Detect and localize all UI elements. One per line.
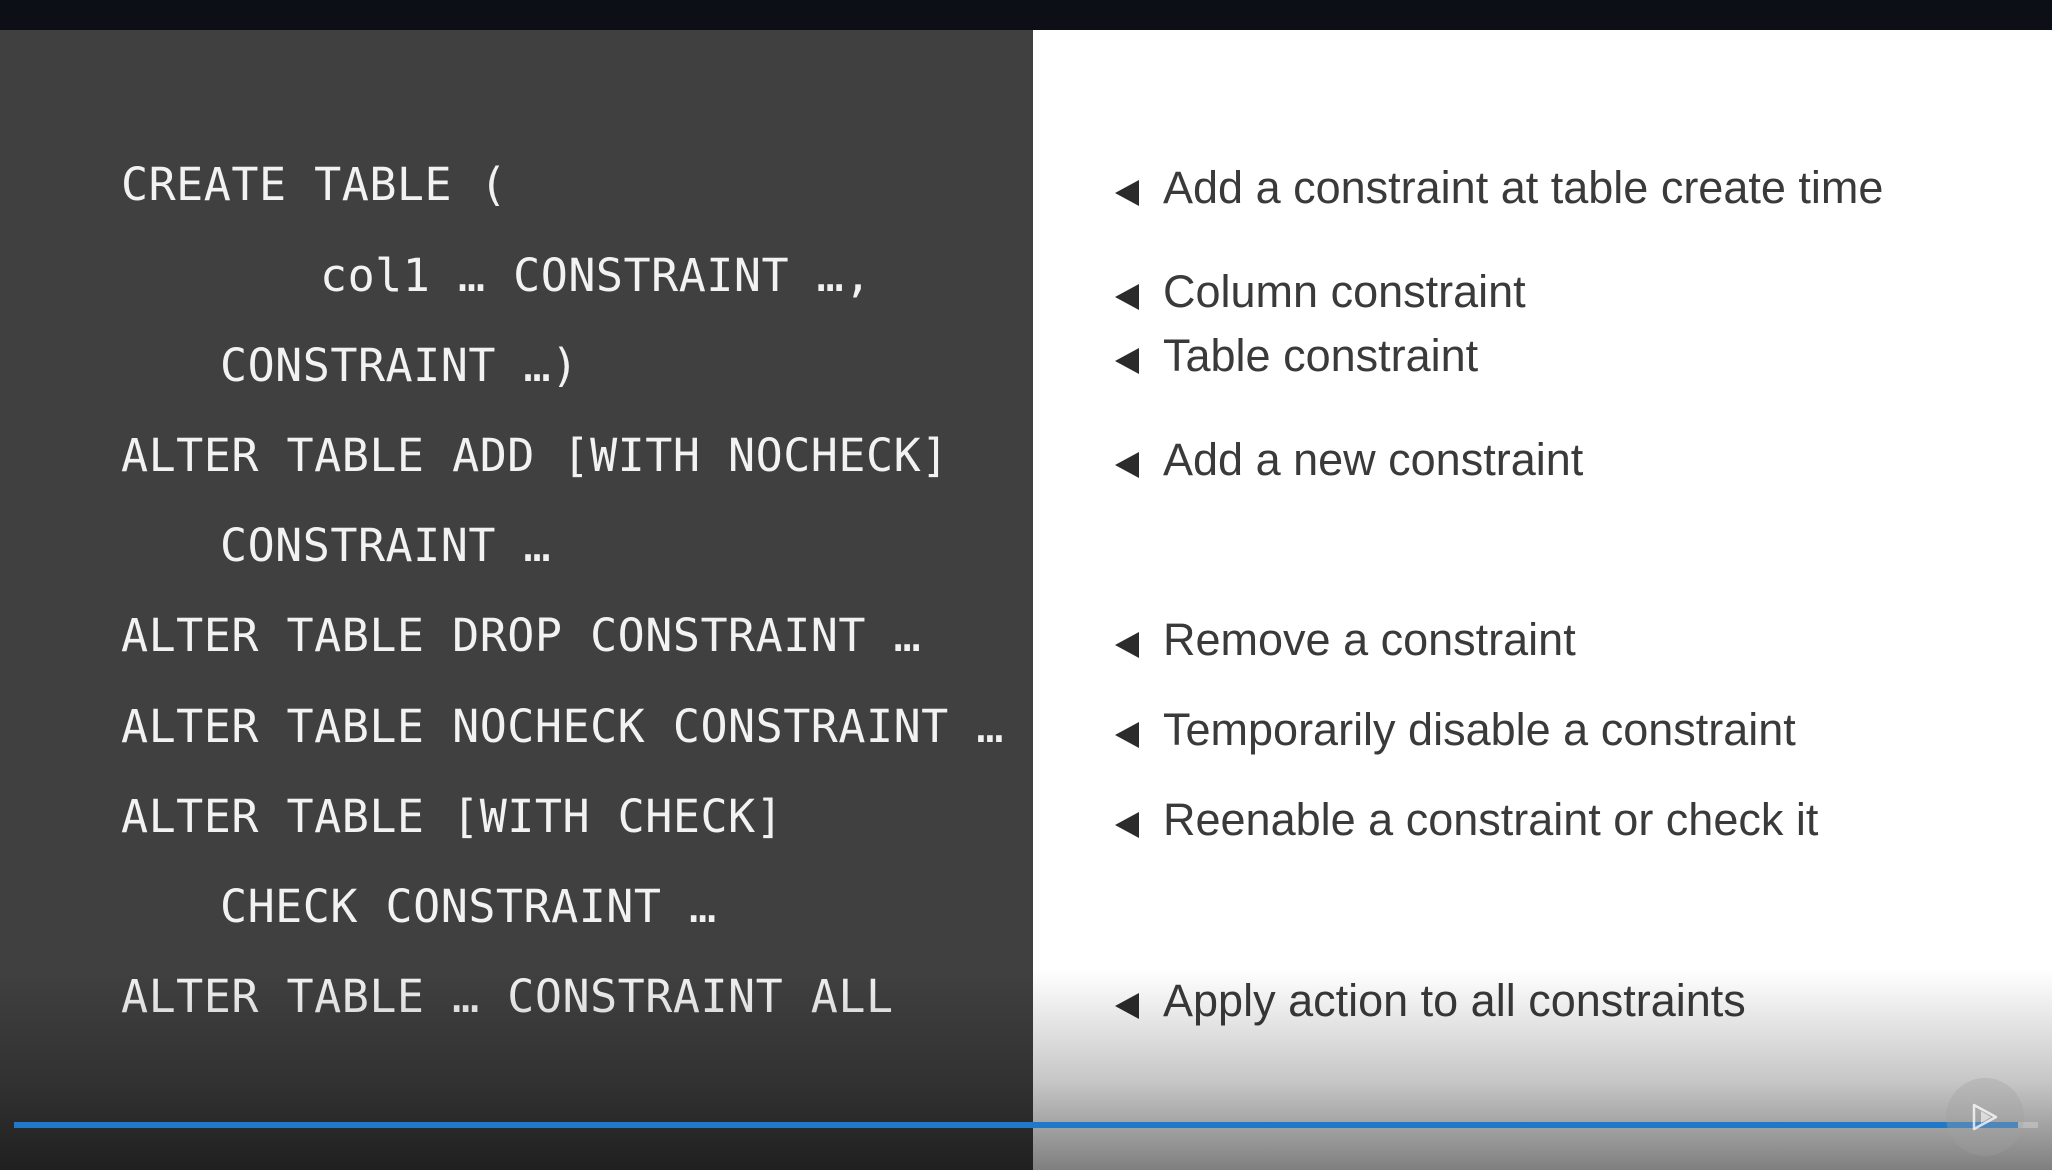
desc-apply-all: Apply action to all constraints [1115,975,1995,1027]
desc-text: Temporarily disable a constraint [1163,704,1796,755]
code-line-add-constraint: CONSTRAINT … [220,519,552,572]
desc-disable-constraint: Temporarily disable a constraint [1115,704,1995,756]
triangle-left-icon [1115,993,1139,1019]
top-bar [0,0,2052,30]
triangle-left-icon [1115,632,1139,658]
code-line-column-constraint: col1 … CONSTRAINT …, [320,249,872,302]
triangle-left-icon [1115,180,1139,206]
slide: CREATE TABLE ( col1 … CONSTRAINT …, CONS… [0,30,2052,1170]
desc-column-constraint: Column constraint [1115,266,1995,318]
play-button[interactable] [1946,1078,2024,1156]
desc-create-time: Add a constraint at table create time [1115,162,1995,214]
desc-text: Apply action to all constraints [1163,975,1746,1026]
triangle-left-icon [1115,284,1139,310]
code-line-nocheck-constraint: ALTER TABLE NOCHECK CONSTRAINT … [121,700,1004,753]
triangle-left-icon [1115,812,1139,838]
code-line-create-table: CREATE TABLE ( [121,158,508,211]
play-icon [1972,1103,1998,1131]
code-line-with-check: ALTER TABLE [WITH CHECK] [121,790,784,843]
progress-fill [14,1122,2018,1128]
desc-text: Column constraint [1163,266,1526,317]
desc-text: Add a constraint at table create time [1163,162,1884,213]
triangle-left-icon [1115,722,1139,748]
code-line-check-constraint: CHECK CONSTRAINT … [220,880,717,933]
desc-table-constraint: Table constraint [1115,330,1995,382]
desc-text: Table constraint [1163,330,1479,381]
code-line-drop-constraint: ALTER TABLE DROP CONSTRAINT … [121,609,922,662]
desc-reenable-constraint: Reenable a constraint or check it [1115,794,1995,846]
desc-text: Remove a constraint [1163,614,1576,665]
code-line-table-constraint: CONSTRAINT …) [220,339,579,392]
progress-bar[interactable] [14,1122,2038,1128]
triangle-left-icon [1115,452,1139,478]
code-line-constraint-all: ALTER TABLE … CONSTRAINT ALL [121,970,894,1023]
desc-text: Add a new constraint [1163,434,1584,485]
desc-remove-constraint: Remove a constraint [1115,614,1995,666]
triangle-left-icon [1115,348,1139,374]
desc-text: Reenable a constraint or check it [1163,794,1819,845]
code-line-alter-add: ALTER TABLE ADD [WITH NOCHECK] [121,429,949,482]
desc-add-new-constraint: Add a new constraint [1115,434,1995,486]
video-player: CREATE TABLE ( col1 … CONSTRAINT …, CONS… [0,0,2052,1170]
